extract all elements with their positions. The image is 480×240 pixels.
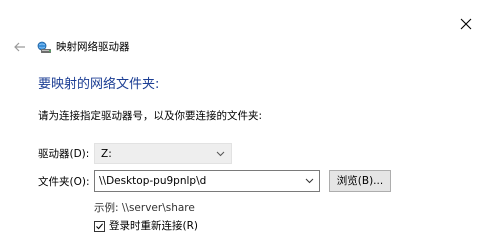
close-button[interactable] <box>456 14 476 34</box>
reconnect-checkbox[interactable] <box>94 221 105 232</box>
folder-path-value: \\Desktop-pu9pnlp\d <box>99 175 207 187</box>
page-heading: 要映射的网络文件夹: <box>38 77 160 92</box>
network-drive-icon <box>36 40 52 54</box>
window-title: 映射网络驱动器 <box>56 41 130 53</box>
chevron-down-icon <box>216 151 225 157</box>
back-button[interactable] <box>12 39 28 55</box>
checkmark-icon <box>96 223 104 230</box>
drive-select-value: Z: <box>101 148 112 160</box>
reconnect-label: 登录时重新连接(R) <box>109 220 198 232</box>
example-text: 示例: \\server\share <box>94 202 195 214</box>
chevron-down-icon[interactable] <box>305 178 314 184</box>
folder-path-input[interactable]: \\Desktop-pu9pnlp\d <box>94 170 320 192</box>
instruction-text: 请为连接指定驱动器号，以及你要连接的文件夹: <box>38 110 263 122</box>
drive-label: 驱动器(D): <box>38 148 90 160</box>
drive-select[interactable]: Z: <box>94 143 232 164</box>
close-icon <box>460 18 472 30</box>
folder-label: 文件夹(O): <box>38 176 90 188</box>
map-network-drive-dialog: 映射网络驱动器 要映射的网络文件夹: 请为连接指定驱动器号，以及你要连接的文件夹… <box>0 0 480 238</box>
browse-button[interactable]: 浏览(B)... <box>329 170 391 192</box>
back-arrow-icon <box>14 42 25 52</box>
